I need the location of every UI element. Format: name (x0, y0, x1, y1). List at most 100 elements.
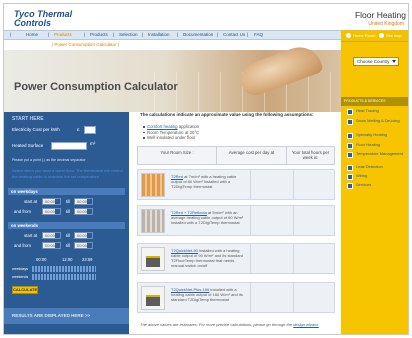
thermometer-icon (347, 152, 353, 158)
main-content: The calculations indicate an approximate… (129, 112, 341, 334)
nav-item-selection[interactable]: Selection (119, 32, 138, 37)
nav-item-products[interactable]: Products (90, 32, 108, 37)
weekends-start-1-select[interactable]: 00:00 (42, 232, 61, 239)
weekends-row-1: start at 00:00 till 00:00 (12, 232, 127, 241)
table-row: T2QuickNet-90 installed with a heating c… (137, 243, 335, 274)
timeline-weekends-track (32, 274, 96, 280)
leak-icon (347, 165, 353, 171)
list-item: Well insulated under floor (143, 135, 199, 141)
weekdays-header: on weekdays (8, 188, 125, 195)
cost-label: Electricity Cost per kWh (12, 127, 60, 132)
table-header-hours-per-week: Your total hours per week is: (291, 150, 330, 160)
cost-unit: £ (77, 127, 80, 132)
product-description: T2Red + T2Reflecta at 5m/m² with an aver… (171, 210, 244, 225)
nav-item-installation[interactable]: Installation (148, 32, 170, 37)
specialty-heating-icon (347, 133, 353, 139)
product-thumbnail (141, 247, 165, 271)
surface-input[interactable] (51, 142, 87, 150)
hero-banner: Power Consumption Calculator (4, 40, 341, 112)
cost-cell (250, 244, 293, 273)
product-description: T2QuickNet-Plus-160 installed with a hea… (171, 287, 243, 302)
chevron-down-icon (55, 209, 60, 214)
logo-line-2: Controls (14, 18, 51, 28)
weekdays-end-1-select[interactable]: 00:00 (74, 198, 93, 205)
weekends-end-2-select[interactable]: 00:00 (74, 242, 93, 249)
chevron-down-icon (87, 209, 92, 214)
chevron-down-icon (55, 233, 60, 238)
surface-unit: m² (90, 141, 96, 146)
company-logo[interactable]: Tyco Thermal Controls (14, 10, 72, 28)
snow-icon (347, 119, 353, 125)
schedule-hint: Select when you want a warm floor. The t… (12, 168, 123, 179)
timeline-weekdays-track (32, 266, 96, 272)
weekends-header: on weekends (8, 222, 125, 229)
timeline-weekdays-label: weekdays (12, 267, 28, 271)
decimal-note: Please put a point (.) as the decimal se… (12, 158, 86, 162)
nav-separator: | (217, 32, 219, 37)
nav-separator: | (84, 32, 86, 37)
product-thumbnail (141, 286, 165, 310)
assumptions-list: Comfort heating application Room Tempera… (143, 124, 199, 141)
page-title: Power Consumption Calculator (14, 81, 178, 93)
chevron-down-icon (87, 199, 92, 204)
design-wizard-link[interactable]: design wizard. (293, 322, 319, 327)
sub-nav-item-calculator[interactable]: | Power Consumption Calculator | (52, 42, 119, 47)
start-here-heading: START HERE (12, 116, 44, 122)
link-site-map[interactable]: Site map (386, 33, 402, 38)
assumptions-intro: The calculations indicate an approximate… (140, 112, 314, 117)
nav-item-faq[interactable]: FAQ (254, 32, 263, 37)
cost-cell (250, 170, 293, 199)
nav-item-products-active[interactable]: Products (54, 32, 72, 37)
nav-separator: | (177, 32, 179, 37)
nav-separator: | (10, 32, 12, 37)
weekends-end-1-select[interactable]: 00:00 (74, 232, 93, 239)
weekdays-start-2-select[interactable]: 00:00 (42, 208, 61, 215)
hours-cell (293, 283, 334, 312)
weekdays-start-1-select[interactable]: 00:00 (42, 198, 61, 205)
link-home-room[interactable]: Home Room (353, 33, 375, 38)
weekdays-row-1: start at 00:00 till 00:00 (12, 198, 127, 207)
heat-tracing-icon (347, 109, 353, 115)
weekdays-end-2-select[interactable]: 00:00 (74, 208, 93, 215)
hours-cell (293, 206, 334, 235)
timeline-weekends-label: weekends (12, 275, 29, 279)
table-header-average-cost: Average cost per day at (217, 147, 287, 164)
table-header-room-size: Your Room Size : (138, 147, 217, 164)
nav-separator: | (48, 32, 50, 37)
nav-separator: | (142, 32, 144, 37)
hours-cell (293, 244, 334, 273)
weekends-start-2-select[interactable]: 00:00 (42, 242, 61, 249)
hours-cell (293, 170, 334, 199)
products-services-heading: PRODUCTS & SERVICES (341, 97, 408, 106)
product-thumbnail (141, 209, 165, 233)
table-header: Your Room Size : Average cost per day at… (137, 146, 335, 165)
country-select[interactable]: Choose Country (353, 57, 399, 66)
nav-item-home[interactable]: Home (26, 32, 38, 37)
table-row: T2Red + T2Reflecta at 5m/m² with an aver… (137, 205, 335, 236)
nav-separator: | (113, 32, 115, 37)
services-icon (347, 183, 353, 189)
calculate-button[interactable]: CALCULATE (12, 286, 38, 294)
nav-separator: | (247, 32, 249, 37)
results-bar: RESULTS ARE DISPLAYED HERE >> (4, 308, 129, 324)
product-description: T2QuickNet-90 installed with a heating c… (171, 248, 244, 268)
calculator-panel: START HERE Electricity Cost per kWh £ He… (4, 112, 129, 334)
cost-cell (250, 283, 293, 312)
estimate-footnote: The above values are estimates. For more… (140, 322, 319, 327)
product-thumbnail (141, 173, 165, 197)
right-sidebar: Choose Country PRODUCTS & SERVICES Heat … (341, 42, 408, 334)
cost-input[interactable] (84, 126, 96, 134)
table-row: T2QuickNet-Plus-160 installed with a hea… (137, 282, 335, 313)
chevron-down-icon (87, 243, 92, 248)
page: Tyco Thermal Controls Floor Heating Unit… (3, 3, 409, 335)
brand-subtitle: United Kingdom (368, 21, 404, 27)
chevron-down-icon (87, 233, 92, 238)
main-nav: | Home | Products | Products | Selection… (4, 30, 341, 40)
sitemap-icon (379, 33, 384, 38)
nav-item-documentation[interactable]: Documentation (183, 32, 213, 37)
home-icon (346, 33, 351, 38)
top-links: Home Room Site map (341, 30, 408, 42)
comfort-heating-link[interactable]: Comfort heating (147, 124, 178, 129)
nav-item-contact[interactable]: Contact Us (223, 32, 245, 37)
chevron-down-icon (55, 199, 60, 204)
